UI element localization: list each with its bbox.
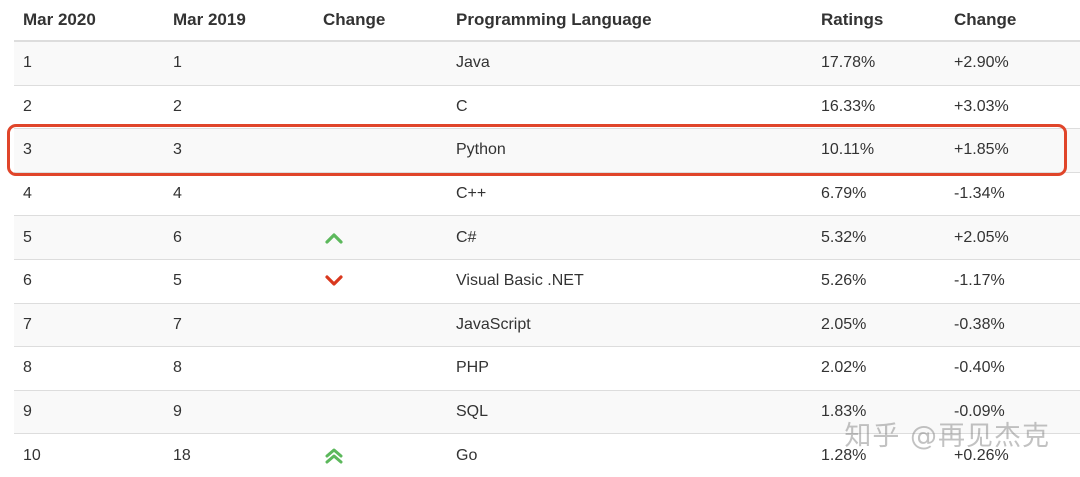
rank-mar-2020: 2: [14, 84, 164, 129]
rank-mar-2020: 1: [14, 40, 164, 86]
rank-mar-2020: 4: [14, 171, 164, 216]
rank-mar-2019: 4: [164, 171, 314, 216]
rating-change: +0.26%: [945, 433, 1080, 477]
table-row: 5 6 C# 5.32% +2.05%: [14, 215, 1080, 260]
header-ratings[interactable]: Ratings: [812, 0, 945, 42]
rank-mar-2019: 18: [164, 433, 314, 477]
rank-mar-2020: 10: [14, 433, 164, 477]
rating-value: 17.78%: [812, 40, 945, 86]
rating-value: 16.33%: [812, 84, 945, 129]
rating-change: -0.40%: [945, 346, 1080, 391]
rating-change: -0.09%: [945, 389, 1080, 434]
ranking-table: Mar 2020 Mar 2019 Change Programming Lan…: [14, 0, 1080, 477]
rating-change: -0.38%: [945, 302, 1080, 347]
double-up-chevron-icon: [323, 447, 447, 465]
language-name: Visual Basic .NET: [447, 258, 812, 304]
rank-mar-2019: 1: [164, 40, 314, 86]
trend-cell: [314, 389, 447, 434]
header-mar-2019[interactable]: Mar 2019: [164, 0, 314, 42]
trend-cell: [314, 215, 447, 260]
header-mar-2020[interactable]: Mar 2020: [14, 0, 164, 42]
language-name: SQL: [447, 389, 812, 434]
trend-cell: [314, 40, 447, 86]
down-chevron-icon: [323, 275, 447, 287]
language-name: Java: [447, 40, 812, 86]
rank-mar-2019: 7: [164, 302, 314, 347]
rank-mar-2019: 2: [164, 84, 314, 129]
up-chevron-icon: [323, 232, 447, 244]
rank-mar-2020: 8: [14, 346, 164, 391]
rank-mar-2019: 8: [164, 346, 314, 391]
language-name: Go: [447, 433, 812, 477]
rating-change: -1.17%: [945, 258, 1080, 304]
trend-cell: [314, 302, 447, 347]
trend-cell: [314, 171, 447, 216]
language-name: C: [447, 84, 812, 129]
rating-value: 2.02%: [812, 346, 945, 391]
rank-mar-2020: 9: [14, 389, 164, 434]
language-name: Python: [447, 128, 812, 173]
trend-cell: [314, 84, 447, 129]
rating-value: 6.79%: [812, 171, 945, 216]
rating-value: 10.11%: [812, 128, 945, 173]
rank-mar-2019: 5: [164, 258, 314, 304]
table-row: 6 5 Visual Basic .NET 5.26% -1.17%: [14, 258, 1080, 304]
trend-cell: [314, 258, 447, 304]
header-change[interactable]: Change: [314, 0, 447, 42]
language-name: C++: [447, 171, 812, 216]
rating-change: +1.85%: [945, 128, 1080, 173]
header-ratings-change[interactable]: Change: [945, 0, 1080, 42]
rating-change: -1.34%: [945, 171, 1080, 216]
trend-cell: [314, 128, 447, 173]
table-row: 9 9 SQL 1.83% -0.09%: [14, 389, 1080, 434]
rating-change: +2.90%: [945, 40, 1080, 86]
rating-change: +3.03%: [945, 84, 1080, 129]
rank-mar-2020: 5: [14, 215, 164, 260]
language-name: C#: [447, 215, 812, 260]
trend-cell: [314, 433, 447, 477]
rating-value: 2.05%: [812, 302, 945, 347]
rank-mar-2020: 3: [14, 128, 164, 173]
rating-value: 1.83%: [812, 389, 945, 434]
rank-mar-2020: 7: [14, 302, 164, 347]
header-programming-language[interactable]: Programming Language: [447, 0, 812, 42]
table-row: 10 18 Go 1.28% +0.26%: [14, 433, 1080, 477]
table-row: 2 2 C 16.33% +3.03%: [14, 84, 1080, 129]
rank-mar-2020: 6: [14, 258, 164, 304]
table-row: 4 4 C++ 6.79% -1.34%: [14, 171, 1080, 216]
rating-value: 5.26%: [812, 258, 945, 304]
table-header-row: Mar 2020 Mar 2019 Change Programming Lan…: [14, 0, 1080, 42]
table-row: 7 7 JavaScript 2.05% -0.38%: [14, 302, 1080, 347]
table-row: 3 3 Python 10.11% +1.85%: [14, 128, 1080, 173]
rank-mar-2019: 3: [164, 128, 314, 173]
rating-value: 1.28%: [812, 433, 945, 477]
rank-mar-2019: 6: [164, 215, 314, 260]
language-name: PHP: [447, 346, 812, 391]
trend-cell: [314, 346, 447, 391]
language-name: JavaScript: [447, 302, 812, 347]
rank-mar-2019: 9: [164, 389, 314, 434]
table-row: 8 8 PHP 2.02% -0.40%: [14, 346, 1080, 391]
rating-change: +2.05%: [945, 215, 1080, 260]
rating-value: 5.32%: [812, 215, 945, 260]
table-row: 1 1 Java 17.78% +2.90%: [14, 40, 1080, 86]
